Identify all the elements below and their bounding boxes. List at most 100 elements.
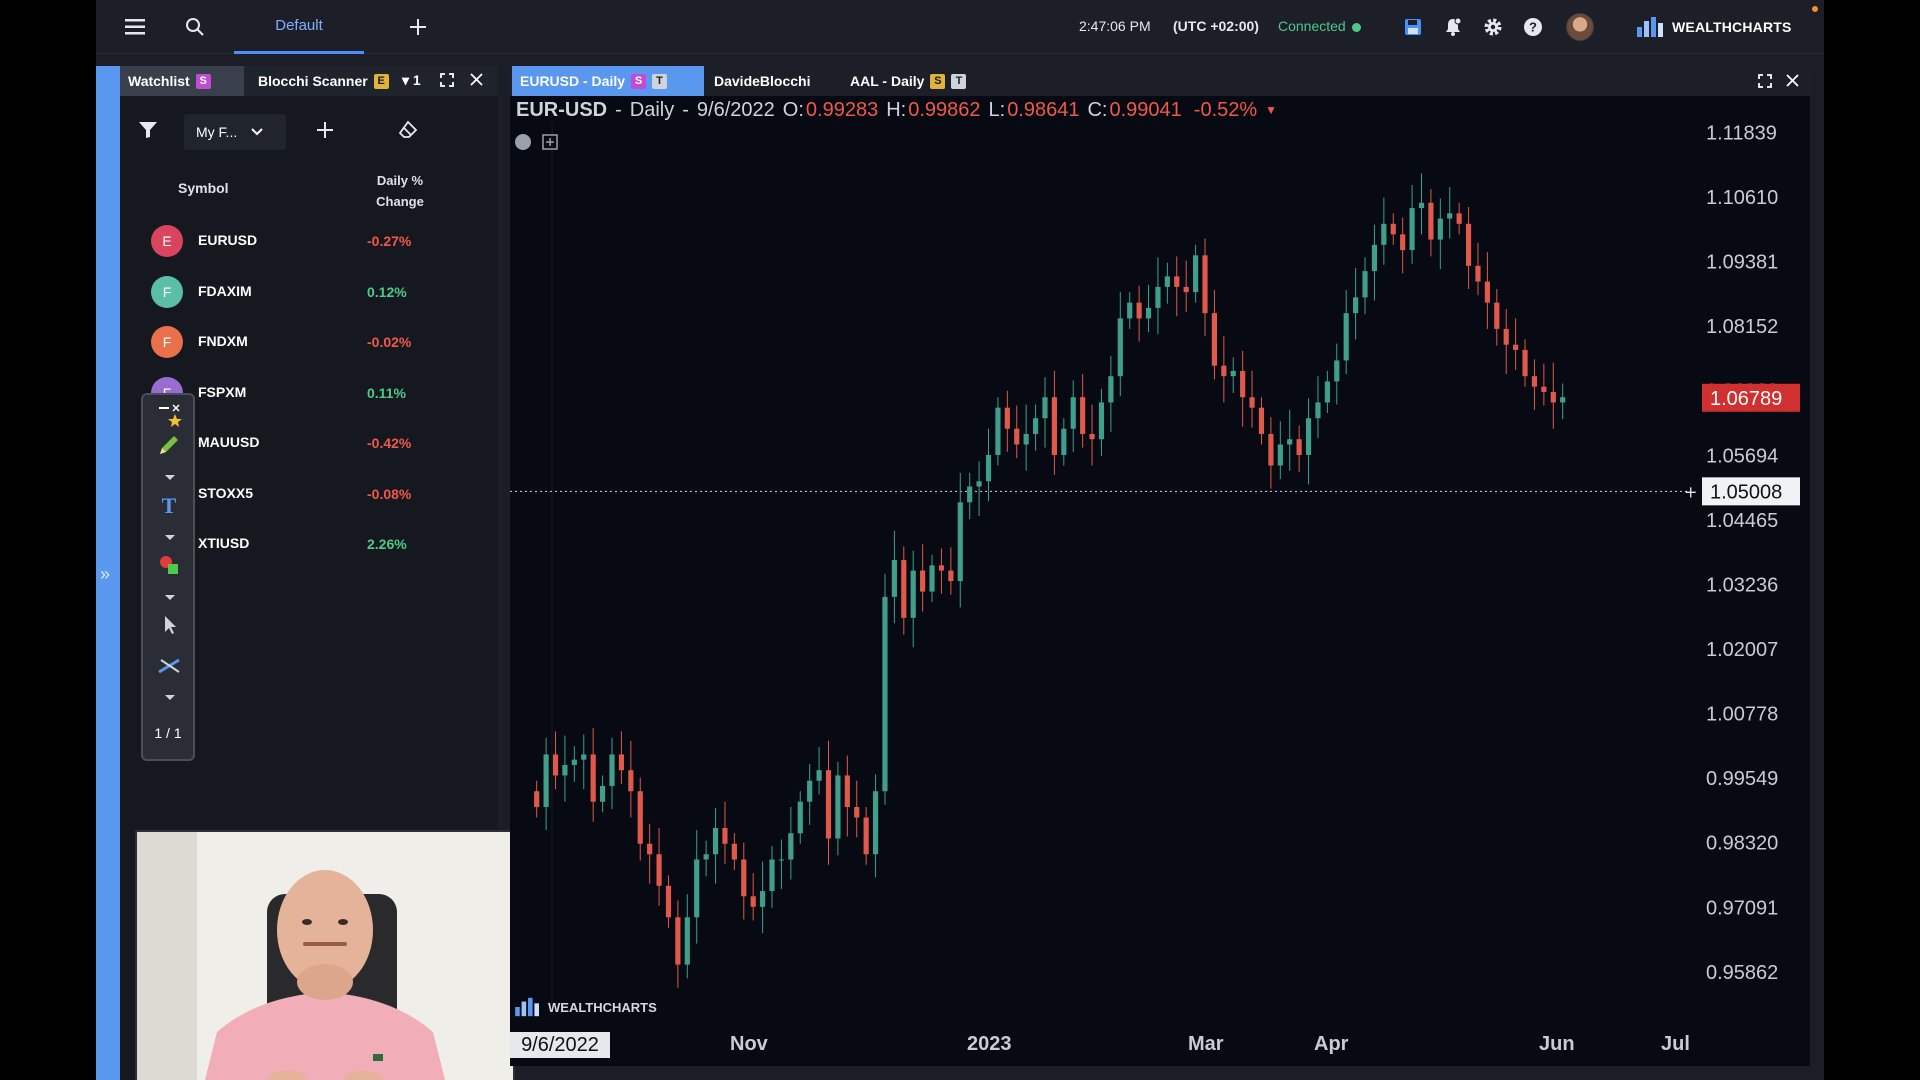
candle-body — [1390, 223, 1396, 235]
y-axis-tick-label: 0.95862 — [1706, 962, 1778, 984]
candle — [854, 780, 860, 838]
candle-body — [1268, 433, 1274, 466]
connection-status: Connected — [1278, 18, 1361, 34]
trendline-options-caret-icon[interactable] — [165, 695, 175, 700]
watchlist-row[interactable]: F FDAXIM 0.12% — [120, 267, 498, 317]
candle-body — [1193, 255, 1199, 293]
add-symbol-icon[interactable] — [316, 121, 334, 144]
column-header-daily-change[interactable]: Daily % Change — [365, 170, 435, 212]
candle — [891, 530, 897, 624]
candle-body — [985, 454, 992, 482]
symbol-name: EURUSD — [198, 232, 258, 248]
candle-body — [1522, 349, 1528, 377]
connection-status-text: Connected — [1278, 18, 1346, 34]
add-workspace-icon[interactable] — [405, 14, 431, 40]
side-collapse-strip[interactable]: » — [96, 66, 120, 1080]
down-arrow-icon: ▼ — [1265, 103, 1278, 117]
candle — [1202, 238, 1208, 337]
candle — [1098, 388, 1105, 457]
text-tool-icon[interactable]: T — [155, 491, 183, 519]
close-panel-icon[interactable] — [470, 73, 483, 89]
trendline-tool-icon[interactable] — [155, 651, 183, 679]
daily-change-value: 0.12% — [367, 283, 407, 300]
tab-davideblocchi[interactable]: DavideBlocchi — [706, 66, 836, 96]
candle-body — [562, 764, 568, 776]
candle — [590, 728, 596, 822]
y-axis-tick-label: 0.98320 — [1706, 833, 1778, 855]
clock-time: 2:47:06 PM — [1079, 18, 1151, 34]
candle-body — [609, 754, 615, 786]
candle — [1155, 257, 1161, 335]
save-icon[interactable] — [1400, 14, 1426, 40]
alerts-bell-icon[interactable] — [1440, 14, 1466, 40]
price-chart[interactable]: 1.118391.106101.093811.081521.069231.056… — [510, 124, 1810, 1032]
candle — [731, 833, 737, 871]
expand-chevron-icon[interactable]: » — [100, 564, 110, 585]
watchlist-row[interactable]: E EURUSD -0.27% — [120, 216, 498, 266]
text-options-caret-icon[interactable] — [165, 535, 175, 540]
chevron-down-icon — [251, 128, 263, 136]
tab-davideblocchi-label: DavideBlocchi — [714, 73, 811, 89]
y-axis-tick-label: 1.09381 — [1706, 252, 1778, 274]
menu-icon[interactable] — [122, 14, 148, 40]
chart-settings-icon[interactable] — [515, 134, 531, 150]
crosshair-plus-icon[interactable]: + — [1684, 482, 1697, 501]
tab-eurusd-daily[interactable]: EURUSD - Daily S T — [512, 66, 704, 96]
candle — [863, 806, 869, 865]
tab-aal-daily[interactable]: AAL - Daily S T — [842, 66, 982, 96]
filter-icon[interactable] — [138, 121, 158, 144]
maximize-panel-icon[interactable] — [440, 73, 454, 90]
candle-body — [1456, 213, 1462, 224]
watchlist-row[interactable]: F FNDXM -0.02% — [120, 317, 498, 367]
candle-body — [1513, 344, 1519, 350]
candle-body — [703, 854, 709, 860]
chart-watermark: WEALTHCHARTS — [514, 996, 657, 1018]
symbol-name: MAUUSD — [198, 434, 260, 450]
candle-body — [1051, 397, 1057, 455]
user-avatar[interactable] — [1566, 13, 1594, 41]
candle — [1353, 267, 1359, 340]
shapes-tool-icon[interactable] — [155, 551, 183, 579]
tab-default-workspace[interactable]: Default — [234, 0, 364, 54]
webcam-overlay — [135, 830, 515, 1080]
tab-watchlist[interactable]: Watchlist S — [120, 66, 244, 96]
candle — [1136, 285, 1142, 342]
candle — [1240, 350, 1246, 427]
candle — [760, 861, 766, 934]
tab-blocchi-scanner[interactable]: Blocchi Scanner E — [250, 66, 390, 96]
top-bar: Default 2:47:06 PM (UTC +02:00) Connecte… — [96, 0, 1824, 54]
candle-body — [1042, 397, 1048, 419]
candle — [552, 731, 559, 790]
candle-body — [976, 481, 982, 487]
candle-body — [1249, 397, 1255, 408]
pencil-options-caret-icon[interactable] — [165, 475, 175, 480]
cursor-tool-icon[interactable] — [155, 611, 183, 639]
pencil-tool-icon[interactable] — [155, 431, 183, 459]
search-icon[interactable] — [182, 14, 208, 40]
maximize-chart-icon[interactable] — [1758, 74, 1772, 93]
filter-select[interactable]: My F... — [184, 114, 286, 150]
candle-body — [1503, 328, 1509, 345]
candle-body — [891, 560, 897, 597]
layout-dropdown[interactable]: ▾ 1 — [402, 72, 421, 89]
settings-gear-icon[interactable] — [1480, 14, 1506, 40]
y-axis-tick-label: 1.11839 — [1706, 124, 1777, 144]
candle-body — [1343, 313, 1349, 361]
candle-body — [637, 791, 643, 844]
candle-body — [1155, 286, 1161, 308]
help-icon[interactable]: ? — [1520, 14, 1546, 40]
candle — [1211, 290, 1218, 380]
candle-body — [948, 570, 954, 582]
candle-body — [1334, 360, 1340, 382]
candle — [543, 737, 549, 831]
candle — [571, 746, 577, 782]
candle — [1465, 207, 1472, 289]
eraser-icon[interactable] — [398, 120, 418, 145]
column-header-symbol[interactable]: Symbol — [178, 180, 229, 196]
close-chart-icon[interactable] — [1786, 74, 1799, 92]
candle — [967, 472, 973, 520]
timezone-label[interactable]: (UTC +02:00) — [1173, 18, 1259, 34]
collapse-toolbar-icon[interactable] — [155, 401, 183, 429]
daily-change-value: -0.02% — [367, 334, 412, 350]
shapes-options-caret-icon[interactable] — [165, 595, 175, 600]
